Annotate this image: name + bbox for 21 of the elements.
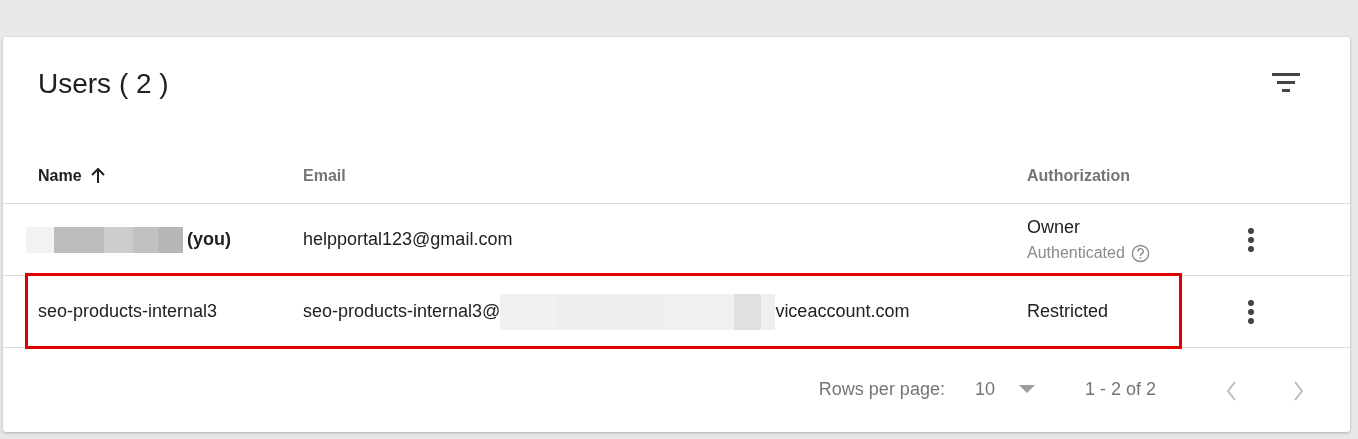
user-email: seo-products-internal3@ xyxy=(303,300,501,323)
rows-per-page-label: Rows per page: xyxy=(818,377,945,401)
caret-icon xyxy=(1018,385,1035,393)
status-label: Authenticated xyxy=(1027,243,1125,263)
arrow-up-icon xyxy=(89,167,106,184)
more-button[interactable] xyxy=(1247,226,1255,252)
more-button[interactable] xyxy=(1247,298,1255,324)
rows-per-page-select[interactable]: 10 xyxy=(974,375,1035,403)
column-header[interactable]: Email xyxy=(303,163,346,188)
role-label: Restricted xyxy=(1027,300,1110,323)
page-range: 1 - 2 of 2 xyxy=(1084,377,1156,401)
filter-icon xyxy=(1272,71,1300,92)
user-name: seo-products-internal3 xyxy=(38,300,218,323)
page-title: Users ( 2 ) xyxy=(38,67,169,101)
role-label: Owner xyxy=(1027,216,1081,239)
column-header[interactable]: Authorization xyxy=(1027,163,1131,188)
column-header[interactable]: Name xyxy=(38,163,82,188)
help-icon[interactable] xyxy=(1130,243,1150,263)
user-email: viceaccount.com xyxy=(775,300,910,323)
user-name: (you) xyxy=(187,228,231,251)
user-email: helpportal123@gmail.com xyxy=(303,228,513,251)
